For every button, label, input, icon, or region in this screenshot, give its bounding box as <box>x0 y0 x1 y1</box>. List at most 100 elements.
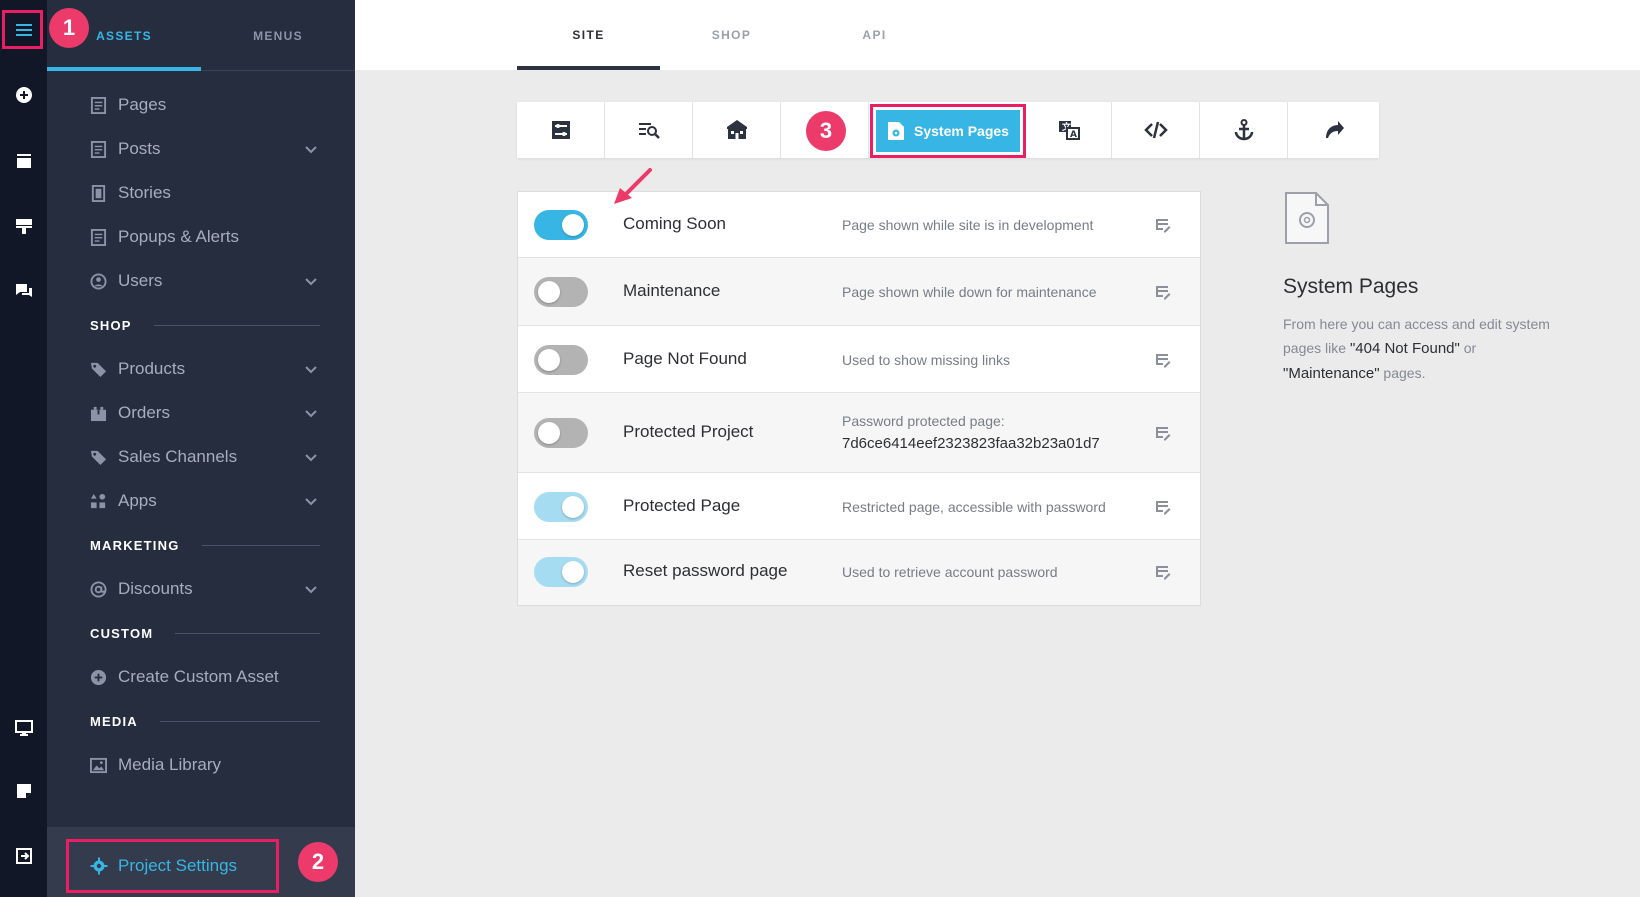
chevron-down-icon[interactable] <box>303 273 319 289</box>
page-toggle[interactable] <box>534 277 588 307</box>
sidebar-item-sales-channels[interactable]: Sales Channels <box>89 439 319 475</box>
edit-icon[interactable] <box>1154 498 1172 516</box>
sidebar-item-create-custom-asset[interactable]: Create Custom Asset <box>89 659 319 695</box>
info-title: System Pages <box>1283 275 1419 298</box>
toggle-knob <box>562 214 584 236</box>
page-icon <box>89 96 107 114</box>
sidebar-item-label: Popups & Alerts <box>118 227 239 246</box>
chevron-down-icon[interactable] <box>303 449 319 465</box>
sidebar-item-label: Orders <box>118 403 170 422</box>
comments-button[interactable] <box>6 273 41 308</box>
chevron-down-icon[interactable] <box>303 361 319 377</box>
callout-badge-3: 3 <box>806 111 846 151</box>
page-name: Maintenance <box>623 281 721 300</box>
icon-rail <box>0 0 47 897</box>
system-page-row: Protected Page Restricted page, accessib… <box>518 473 1200 540</box>
plus-circle-icon <box>89 668 107 686</box>
info-text-3: pages. <box>1379 365 1426 381</box>
callout-badge-1: 1 <box>49 8 89 48</box>
tag-icon <box>89 448 107 466</box>
section-marketing: MARKETING <box>90 536 320 554</box>
page-toggle <box>534 492 588 522</box>
page-toggle[interactable] <box>534 418 588 448</box>
chevron-down-icon[interactable] <box>303 405 319 421</box>
sidebar-item-label: Users <box>118 271 163 290</box>
note-icon <box>16 783 31 798</box>
system-pages-label: System Pages <box>914 123 1009 139</box>
tag-icon <box>89 360 107 378</box>
redirects-button[interactable] <box>1288 102 1379 158</box>
seo-button[interactable] <box>605 102 693 158</box>
redirect-icon <box>1325 121 1344 138</box>
edit-icon[interactable] <box>1154 351 1172 369</box>
business-info-button[interactable] <box>693 102 781 158</box>
tab-menus[interactable]: MENUS <box>201 0 355 71</box>
page-icon <box>89 140 107 158</box>
sidebar-item-products[interactable]: Products <box>89 351 319 387</box>
sidebar-item-label: Stories <box>118 183 171 202</box>
edit-icon[interactable] <box>1154 563 1172 581</box>
add-button[interactable] <box>6 77 41 112</box>
page-toggle <box>534 557 588 587</box>
settings-sliders-icon <box>551 121 570 139</box>
section-label: MARKETING <box>90 537 180 553</box>
section-label: MEDIA <box>90 713 138 729</box>
translations-button[interactable]: 文A <box>1026 102 1112 158</box>
chevron-down-icon[interactable] <box>303 141 319 157</box>
comments-icon <box>15 283 32 297</box>
edit-icon[interactable] <box>1154 283 1172 301</box>
sidebar-item-popups[interactable]: Popups & Alerts <box>89 219 319 255</box>
layers-button[interactable] <box>6 143 41 178</box>
anchors-button[interactable] <box>1200 102 1288 158</box>
translate-icon: 文A <box>1058 121 1080 140</box>
chevron-down-icon[interactable] <box>303 493 319 509</box>
system-pages-button[interactable]: System Pages <box>870 104 1026 158</box>
sidebar-item-media-library[interactable]: Media Library <box>89 747 319 783</box>
exit-button[interactable] <box>6 838 41 873</box>
sidebar-item-users[interactable]: Users <box>89 263 319 299</box>
sidebar-item-discounts[interactable]: Discounts <box>89 571 319 607</box>
section-custom: CUSTOM <box>90 624 320 642</box>
edit-icon[interactable] <box>1154 424 1172 442</box>
design-button[interactable] <box>6 208 41 243</box>
section-divider <box>201 544 320 546</box>
monitor-icon <box>14 719 33 736</box>
tab-site[interactable]: SITE <box>517 0 660 70</box>
info-quote-404: "404 Not Found" <box>1349 340 1460 357</box>
top-tabs: SITE SHOP API <box>355 0 1640 70</box>
page-name: Coming Soon <box>623 214 727 233</box>
tab-shop[interactable]: SHOP <box>660 0 803 70</box>
section-divider <box>153 324 320 326</box>
system-page-row: Maintenance Page shown while down for ma… <box>518 258 1200 326</box>
custom-code-button[interactable] <box>1112 102 1200 158</box>
plus-circle-icon <box>15 86 32 103</box>
preview-button[interactable] <box>6 710 41 745</box>
password-hash: 7d6ce6414eef2323823faa32b23a01d7 <box>842 435 1100 452</box>
page-name: Page Not Found <box>623 349 747 368</box>
gear-icon <box>90 857 108 875</box>
sidebar-item-label: Discounts <box>118 579 193 598</box>
tab-api[interactable]: API <box>803 0 946 70</box>
page-toggle[interactable] <box>534 345 588 375</box>
notes-button[interactable] <box>6 773 41 808</box>
general-settings-button[interactable] <box>517 102 605 158</box>
project-settings-button[interactable]: Project Settings <box>66 839 279 893</box>
edit-icon[interactable] <box>1154 216 1172 234</box>
sidebar-item-apps[interactable]: Apps <box>89 483 319 519</box>
system-page-row: Protected Project Password protected pag… <box>518 393 1200 473</box>
page-toggle[interactable] <box>534 210 588 240</box>
sidebar-item-orders[interactable]: Orders <box>89 395 319 431</box>
sidebar-item-stories[interactable]: Stories <box>89 175 319 211</box>
toggle-knob <box>562 561 584 583</box>
sidebar-item-label: Products <box>118 359 186 378</box>
system-pages-list: Coming Soon Page shown while site is in … <box>517 191 1201 606</box>
section-label: SHOP <box>90 317 132 333</box>
chevron-down-icon[interactable] <box>303 581 319 597</box>
sidebar-item-posts[interactable]: Posts <box>89 131 319 167</box>
sidebar-item-pages[interactable]: Pages <box>89 87 319 123</box>
seo-search-icon <box>638 123 660 139</box>
sidebar-item-label: Pages <box>118 95 167 114</box>
page-name: Protected Page <box>623 496 741 515</box>
section-divider <box>175 632 320 634</box>
project-settings-label: Project Settings <box>118 856 238 875</box>
